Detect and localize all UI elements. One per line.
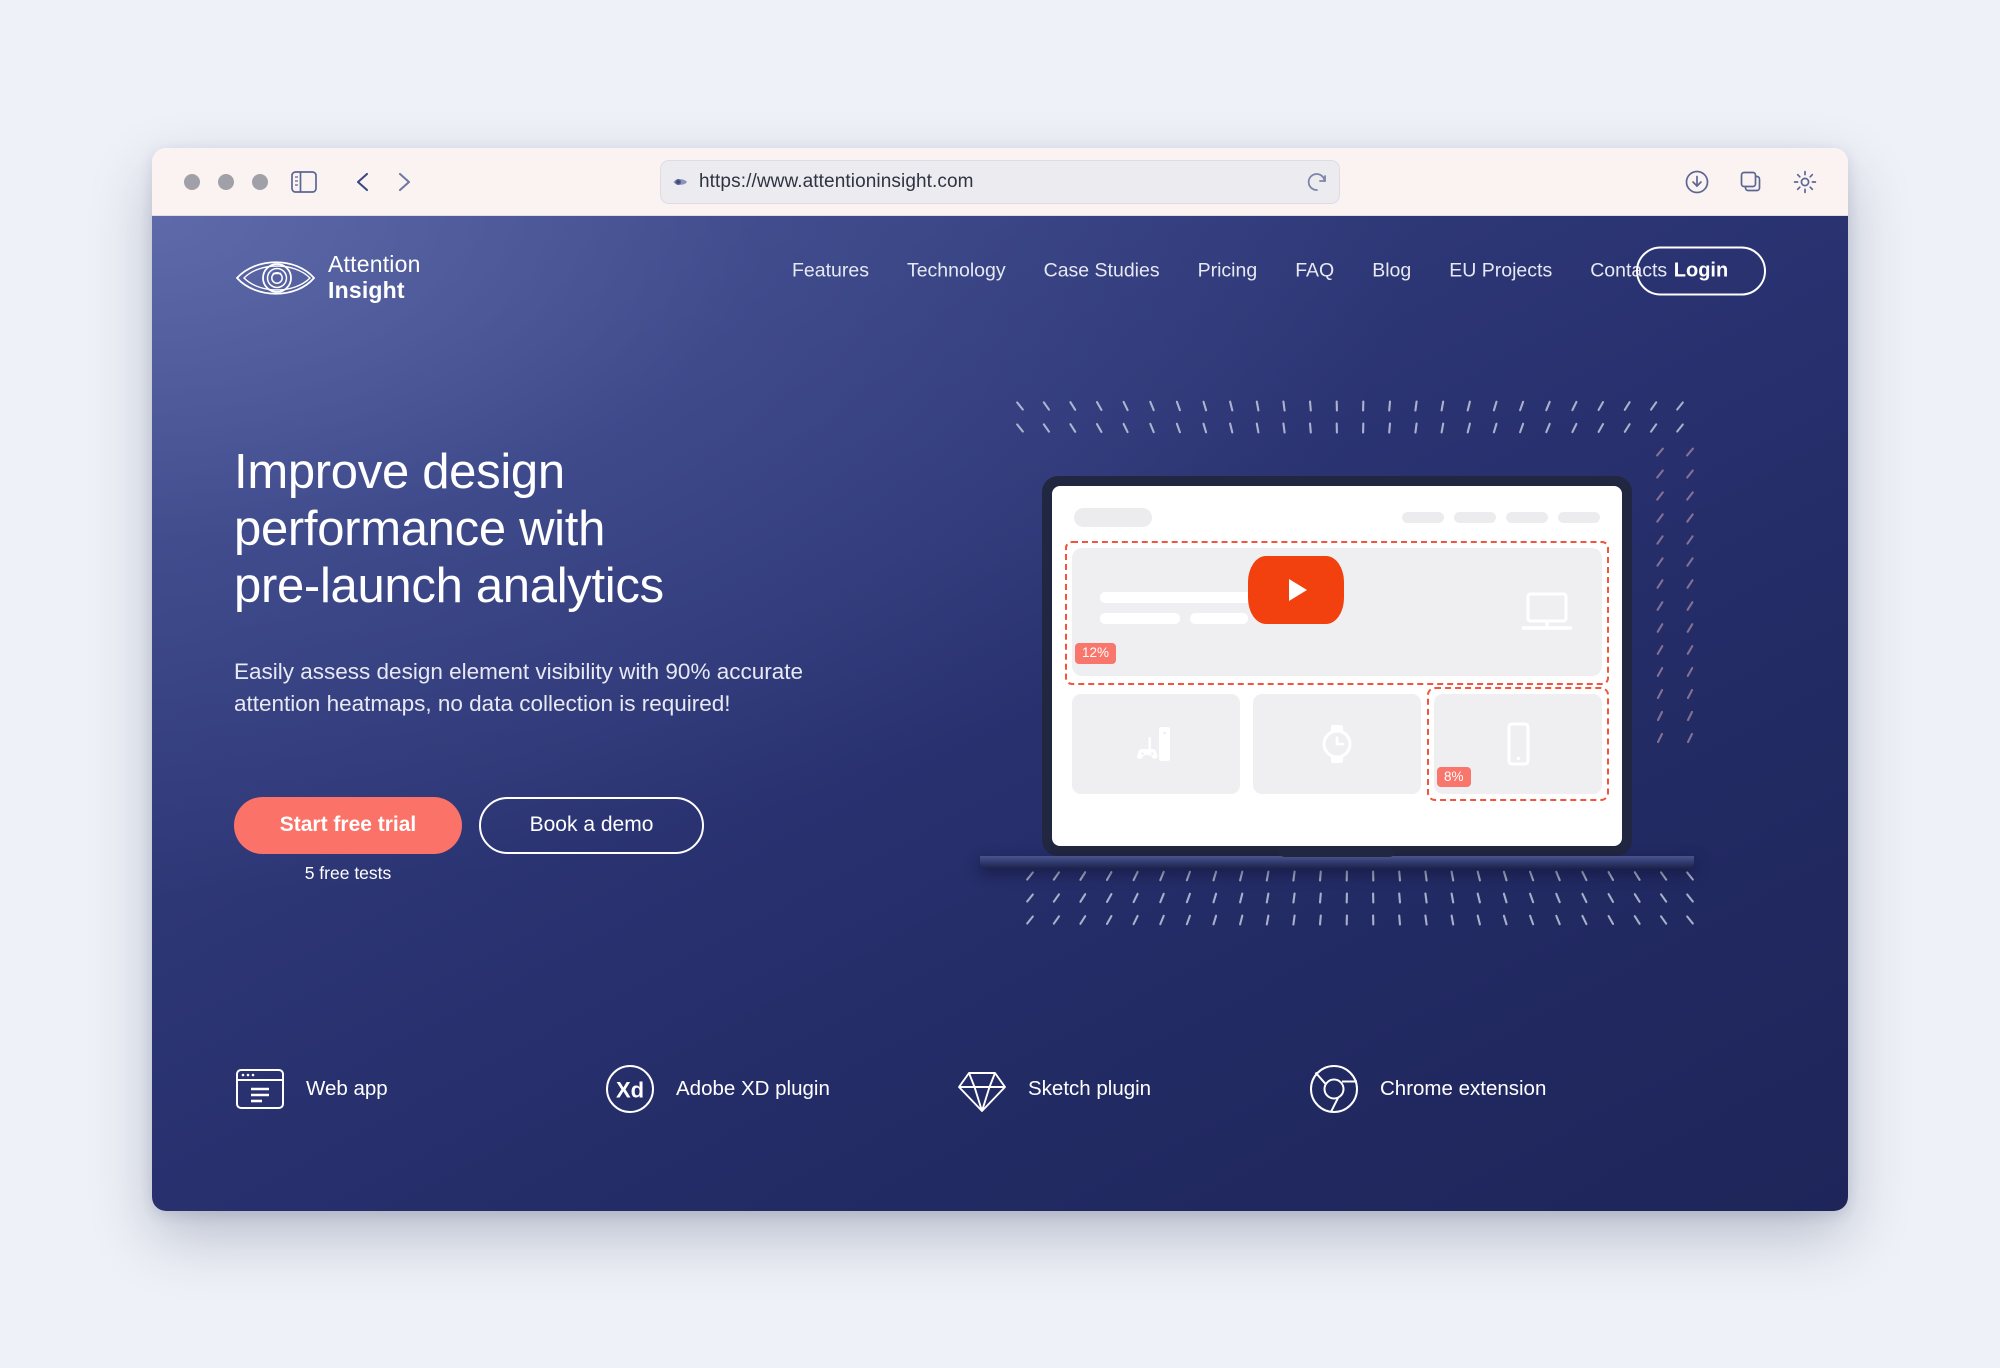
mockup-navbar — [1074, 508, 1600, 527]
site-logo[interactable]: Attention Insight — [234, 251, 421, 304]
play-video-button[interactable] — [1248, 556, 1344, 624]
platform-list: Web app Xd Adobe XD plugin Sketch plugin… — [234, 1063, 1684, 1115]
tabs-icon[interactable] — [1738, 169, 1764, 195]
nav-item-case-studies[interactable]: Case Studies — [1044, 260, 1160, 283]
url-text: https://www.attentioninsight.com — [699, 171, 974, 192]
mockup-text-line — [1100, 613, 1180, 624]
mockup-card-console — [1072, 694, 1240, 794]
hero-illustration: 12% 8% — [980, 396, 1800, 996]
maximize-window-button[interactable] — [252, 173, 268, 190]
page-title: Improve design performance with pre-laun… — [234, 445, 664, 613]
platform-item-sketch[interactable]: Sketch plugin — [956, 1063, 1308, 1115]
platform-item-adobe-xd[interactable]: Xd Adobe XD plugin — [604, 1063, 956, 1115]
mockup-nav-item — [1454, 512, 1496, 523]
reload-icon[interactable] — [1305, 170, 1329, 194]
hero-cta-group: Start free trial 5 free tests Book a dem… — [234, 796, 954, 884]
nav-item-faq[interactable]: FAQ — [1295, 260, 1334, 283]
smartwatch-icon — [1314, 721, 1360, 767]
eye-logo-icon — [234, 252, 316, 304]
laptop-icon — [1520, 590, 1574, 636]
mockup-text-line — [1190, 613, 1248, 624]
back-arrow-icon[interactable] — [353, 170, 375, 194]
hero-subtitle: Easily assess design element visibility … — [234, 659, 804, 716]
laptop-lid: 12% 8% — [1042, 476, 1632, 856]
adobe-xd-icon: Xd — [604, 1063, 656, 1115]
browser-window-icon — [234, 1063, 286, 1115]
main-menu: Features Technology Case Studies Pricing… — [792, 260, 1667, 283]
laptop-notch — [1278, 849, 1396, 857]
logo-line-1: Attention — [328, 251, 421, 278]
browser-toolbar: https://www.attentioninsight.com — [152, 148, 1848, 216]
game-console-icon — [1133, 721, 1179, 767]
minimize-window-button[interactable] — [218, 173, 234, 190]
laptop-base — [980, 849, 1694, 869]
hero-copy: Improve design performance with pre-laun… — [234, 444, 954, 884]
mockup-card-watch — [1253, 694, 1421, 794]
mockup-nav-item — [1506, 512, 1548, 523]
mockup-card-mobile: 8% — [1427, 687, 1609, 801]
toolbar-actions — [1684, 169, 1818, 195]
start-free-trial-button[interactable]: Start free trial — [234, 796, 462, 854]
nav-item-eu-projects[interactable]: EU Projects — [1449, 260, 1552, 283]
mockup-nav-item — [1558, 512, 1600, 523]
browser-window: https://www.attentioninsight.com Attenti… — [152, 148, 1848, 1211]
chrome-icon — [1308, 1063, 1360, 1115]
login-button[interactable]: Login — [1636, 246, 1766, 296]
nav-item-pricing[interactable]: Pricing — [1198, 260, 1258, 283]
eye-icon — [671, 172, 691, 192]
site-logo-text: Attention Insight — [328, 251, 421, 304]
nav-item-features[interactable]: Features — [792, 260, 869, 283]
platform-label: Chrome extension — [1380, 1077, 1547, 1100]
platform-item-chrome[interactable]: Chrome extension — [1308, 1063, 1546, 1115]
mockup-card-row: 8% — [1072, 687, 1609, 801]
mockup-text-line — [1100, 592, 1265, 603]
nav-item-technology[interactable]: Technology — [907, 260, 1006, 283]
smartphone-icon — [1495, 721, 1541, 767]
address-bar[interactable]: https://www.attentioninsight.com — [660, 160, 1340, 204]
sketch-diamond-icon — [956, 1063, 1008, 1115]
laptop-screen: 12% 8% — [1052, 486, 1622, 846]
site-navbar: Attention Insight Features Technology Ca… — [152, 216, 1848, 326]
platform-label: Adobe XD plugin — [676, 1077, 830, 1100]
mockup-logo-placeholder — [1074, 508, 1152, 527]
laptop-mockup: 12% 8% — [980, 476, 1694, 869]
mockup-nav-placeholders — [1402, 512, 1600, 523]
logo-line-2: Insight — [328, 277, 405, 303]
book-a-demo-button[interactable]: Book a demo — [479, 796, 704, 854]
mockup-text-placeholders — [1100, 592, 1265, 624]
nav-item-blog[interactable]: Blog — [1372, 260, 1411, 283]
mockup-nav-item — [1402, 512, 1444, 523]
window-traffic-lights — [184, 173, 268, 190]
status-badge: 8% — [1437, 766, 1471, 787]
play-icon — [1289, 579, 1307, 601]
platform-label: Web app — [306, 1077, 388, 1100]
forward-arrow-icon[interactable] — [392, 170, 414, 194]
sidebar-icon[interactable] — [291, 170, 317, 193]
free-tests-note: 5 free tests — [304, 862, 392, 883]
platform-item-web-app[interactable]: Web app — [234, 1063, 604, 1115]
gear-icon[interactable] — [1792, 169, 1818, 195]
download-icon[interactable] — [1684, 169, 1710, 195]
close-window-button[interactable] — [184, 173, 200, 190]
platform-label: Sketch plugin — [1028, 1077, 1152, 1100]
hero-section: Attention Insight Features Technology Ca… — [152, 216, 1848, 1211]
svg-text:Xd: Xd — [616, 1078, 644, 1103]
